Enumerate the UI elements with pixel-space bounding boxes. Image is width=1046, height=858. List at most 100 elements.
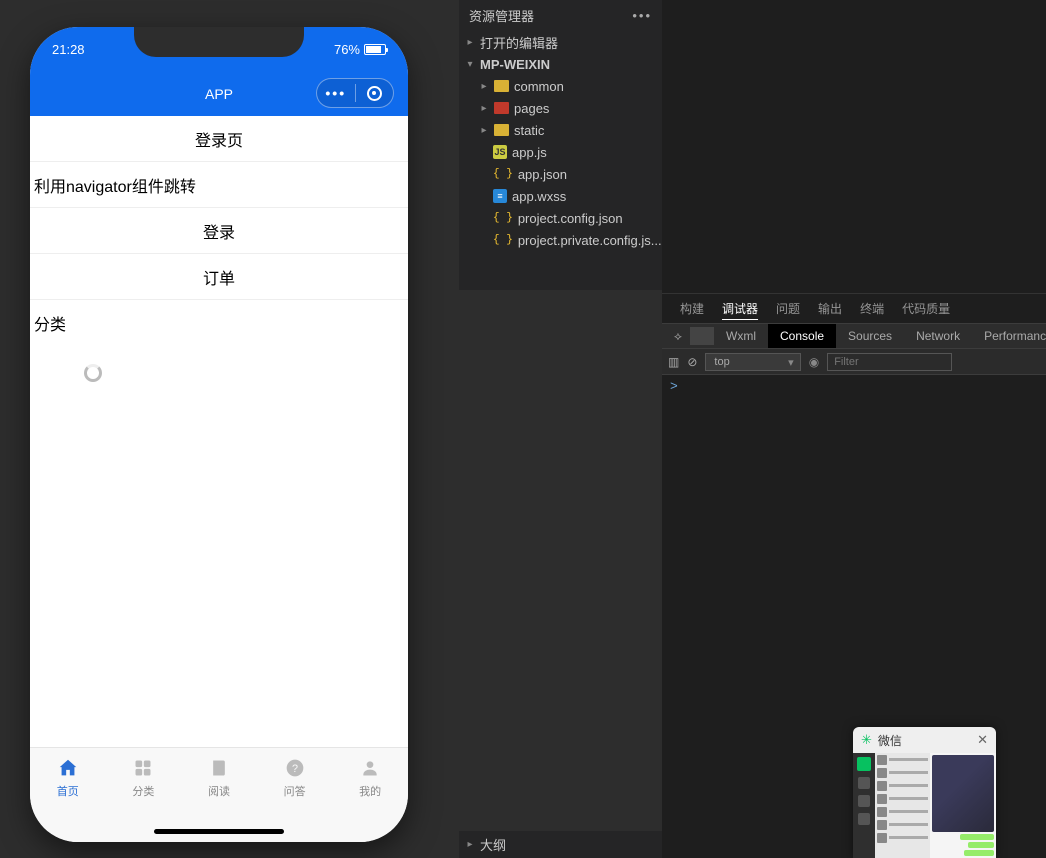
explorer-title: 资源管理器 (469, 6, 534, 25)
folder-icon (494, 102, 509, 114)
tab-problems[interactable]: 问题 (776, 300, 800, 317)
wechat-header: ✳ 微信 ✕ (853, 727, 996, 753)
console-toolbar: ▥ ⊘ top ◉ (662, 349, 1046, 375)
panel-tabs: 构建 调试器 问题 输出 终端 代码质量 (662, 293, 1046, 323)
wechat-popup[interactable]: ✳ 微信 ✕ (853, 727, 996, 858)
tab-label: 我的 (359, 783, 381, 799)
close-icon[interactable]: ✕ (977, 732, 988, 748)
tab-build[interactable]: 构建 (680, 300, 704, 317)
svg-text:?: ? (292, 763, 298, 775)
wechat-body (853, 753, 996, 858)
battery-percent: 76% (334, 42, 360, 57)
console-body[interactable]: > (662, 375, 1046, 398)
js-file-icon: JS (493, 145, 507, 159)
chat-bubble (968, 842, 994, 848)
json-file-icon: { } (493, 168, 513, 180)
wechat-conversation-list (875, 753, 930, 858)
element-picker-icon[interactable]: ⟡ (662, 329, 690, 344)
wechat-nav-icon[interactable] (858, 813, 870, 825)
person-icon (358, 756, 382, 780)
row-category[interactable]: 分类 (30, 300, 408, 346)
wechat-nav-icon[interactable] (858, 777, 870, 789)
question-icon: ? (283, 756, 307, 780)
tab-debugger[interactable]: 调试器 (722, 300, 758, 317)
console-sidebar-toggle-icon[interactable]: ▥ (668, 355, 679, 369)
tree-label: app.wxss (512, 189, 566, 204)
tree-label: app.js (512, 145, 547, 160)
wxss-file-icon: ≡ (493, 189, 507, 203)
devtools-tab-wxml[interactable]: Wxml (714, 329, 768, 343)
live-expression-icon[interactable]: ◉ (809, 355, 819, 369)
wechat-title: 微信 (878, 732, 902, 749)
app-navbar: APP ••• (30, 72, 408, 116)
row-login-page[interactable]: 登录页 (30, 116, 408, 162)
phone-simulator: 21:28 76% APP ••• 登录页 利用navigator组件跳转 登录… (30, 27, 408, 842)
tree-label: app.json (518, 167, 567, 182)
devtools-tab-console[interactable]: Console (768, 324, 836, 348)
devtools-tab-network[interactable]: Network (904, 329, 972, 343)
list-item[interactable] (875, 766, 930, 779)
wechat-sidebar (853, 753, 875, 858)
file-project-private-config[interactable]: { } project.private.config.js... (459, 229, 662, 251)
home-indicator (154, 829, 284, 834)
status-time: 21:28 (52, 42, 85, 57)
context-selector[interactable]: top (705, 353, 800, 371)
capsule-close-icon[interactable] (355, 86, 393, 101)
tab-output[interactable]: 输出 (818, 300, 842, 317)
wechat-logo-icon: ✳ (861, 732, 872, 748)
chat-bubble (960, 834, 994, 840)
devtools-tab-sources[interactable]: Sources (836, 329, 904, 343)
project-root[interactable]: ▾ MP-WEIXIN (459, 53, 662, 75)
tab-label: 首页 (57, 783, 79, 799)
json-file-icon: { } (493, 234, 513, 246)
tree-label: static (514, 123, 544, 138)
tab-quality[interactable]: 代码质量 (902, 300, 950, 317)
tab-terminal[interactable]: 终端 (860, 300, 884, 317)
list-item[interactable] (875, 792, 930, 805)
phone-notch (134, 27, 304, 57)
chevron-right-icon: ▸ (479, 103, 489, 114)
row-order[interactable]: 订单 (30, 254, 408, 300)
list-item[interactable] (875, 753, 930, 766)
file-app-js[interactable]: JS app.js (459, 141, 662, 163)
outline-section[interactable]: ▸ 大纲 (459, 831, 662, 858)
file-app-wxss[interactable]: ≡ app.wxss (459, 185, 662, 207)
wechat-avatar-icon[interactable] (857, 757, 871, 771)
wechat-nav-icon[interactable] (858, 795, 870, 807)
outline-label: 大纲 (480, 835, 506, 854)
tab-label: 问答 (284, 783, 306, 799)
capsule-menu-icon[interactable]: ••• (317, 85, 355, 101)
wechat-chat-area (930, 753, 996, 858)
project-name: MP-WEIXIN (480, 57, 550, 72)
explorer-header: 资源管理器 ••• (459, 0, 662, 31)
chevron-right-icon: ▸ (465, 839, 475, 850)
capsule-button[interactable]: ••• (316, 78, 394, 108)
tab-mine[interactable]: 我的 (332, 756, 408, 842)
list-item[interactable] (875, 805, 930, 818)
row-login[interactable]: 登录 (30, 208, 408, 254)
list-item[interactable] (875, 818, 930, 831)
file-project-config[interactable]: { } project.config.json (459, 207, 662, 229)
tree-label: pages (514, 101, 549, 116)
folder-icon (494, 124, 509, 136)
list-item[interactable] (875, 831, 930, 844)
section-label: 打开的编辑器 (480, 33, 558, 52)
tab-home[interactable]: 首页 (30, 756, 106, 842)
file-app-json[interactable]: { } app.json (459, 163, 662, 185)
console-clear-icon[interactable]: ⊘ (687, 355, 697, 369)
explorer-more-icon[interactable]: ••• (632, 8, 652, 23)
folder-common[interactable]: ▸ common (459, 75, 662, 97)
list-item[interactable] (875, 779, 930, 792)
folder-static[interactable]: ▸ static (459, 119, 662, 141)
console-filter-input[interactable] (827, 353, 952, 371)
json-file-icon: { } (493, 212, 513, 224)
row-navigator[interactable]: 利用navigator组件跳转 (30, 162, 408, 208)
chevron-right-icon: ▸ (479, 125, 489, 136)
tab-label: 分类 (132, 783, 154, 799)
tree-label: common (514, 79, 564, 94)
devtools-tab-performance[interactable]: Performance (972, 329, 1046, 343)
folder-pages[interactable]: ▸ pages (459, 97, 662, 119)
chat-bubble (964, 850, 994, 856)
chevron-down-icon: ▾ (465, 59, 475, 70)
section-open-editors[interactable]: ▸ 打开的编辑器 (459, 31, 662, 53)
